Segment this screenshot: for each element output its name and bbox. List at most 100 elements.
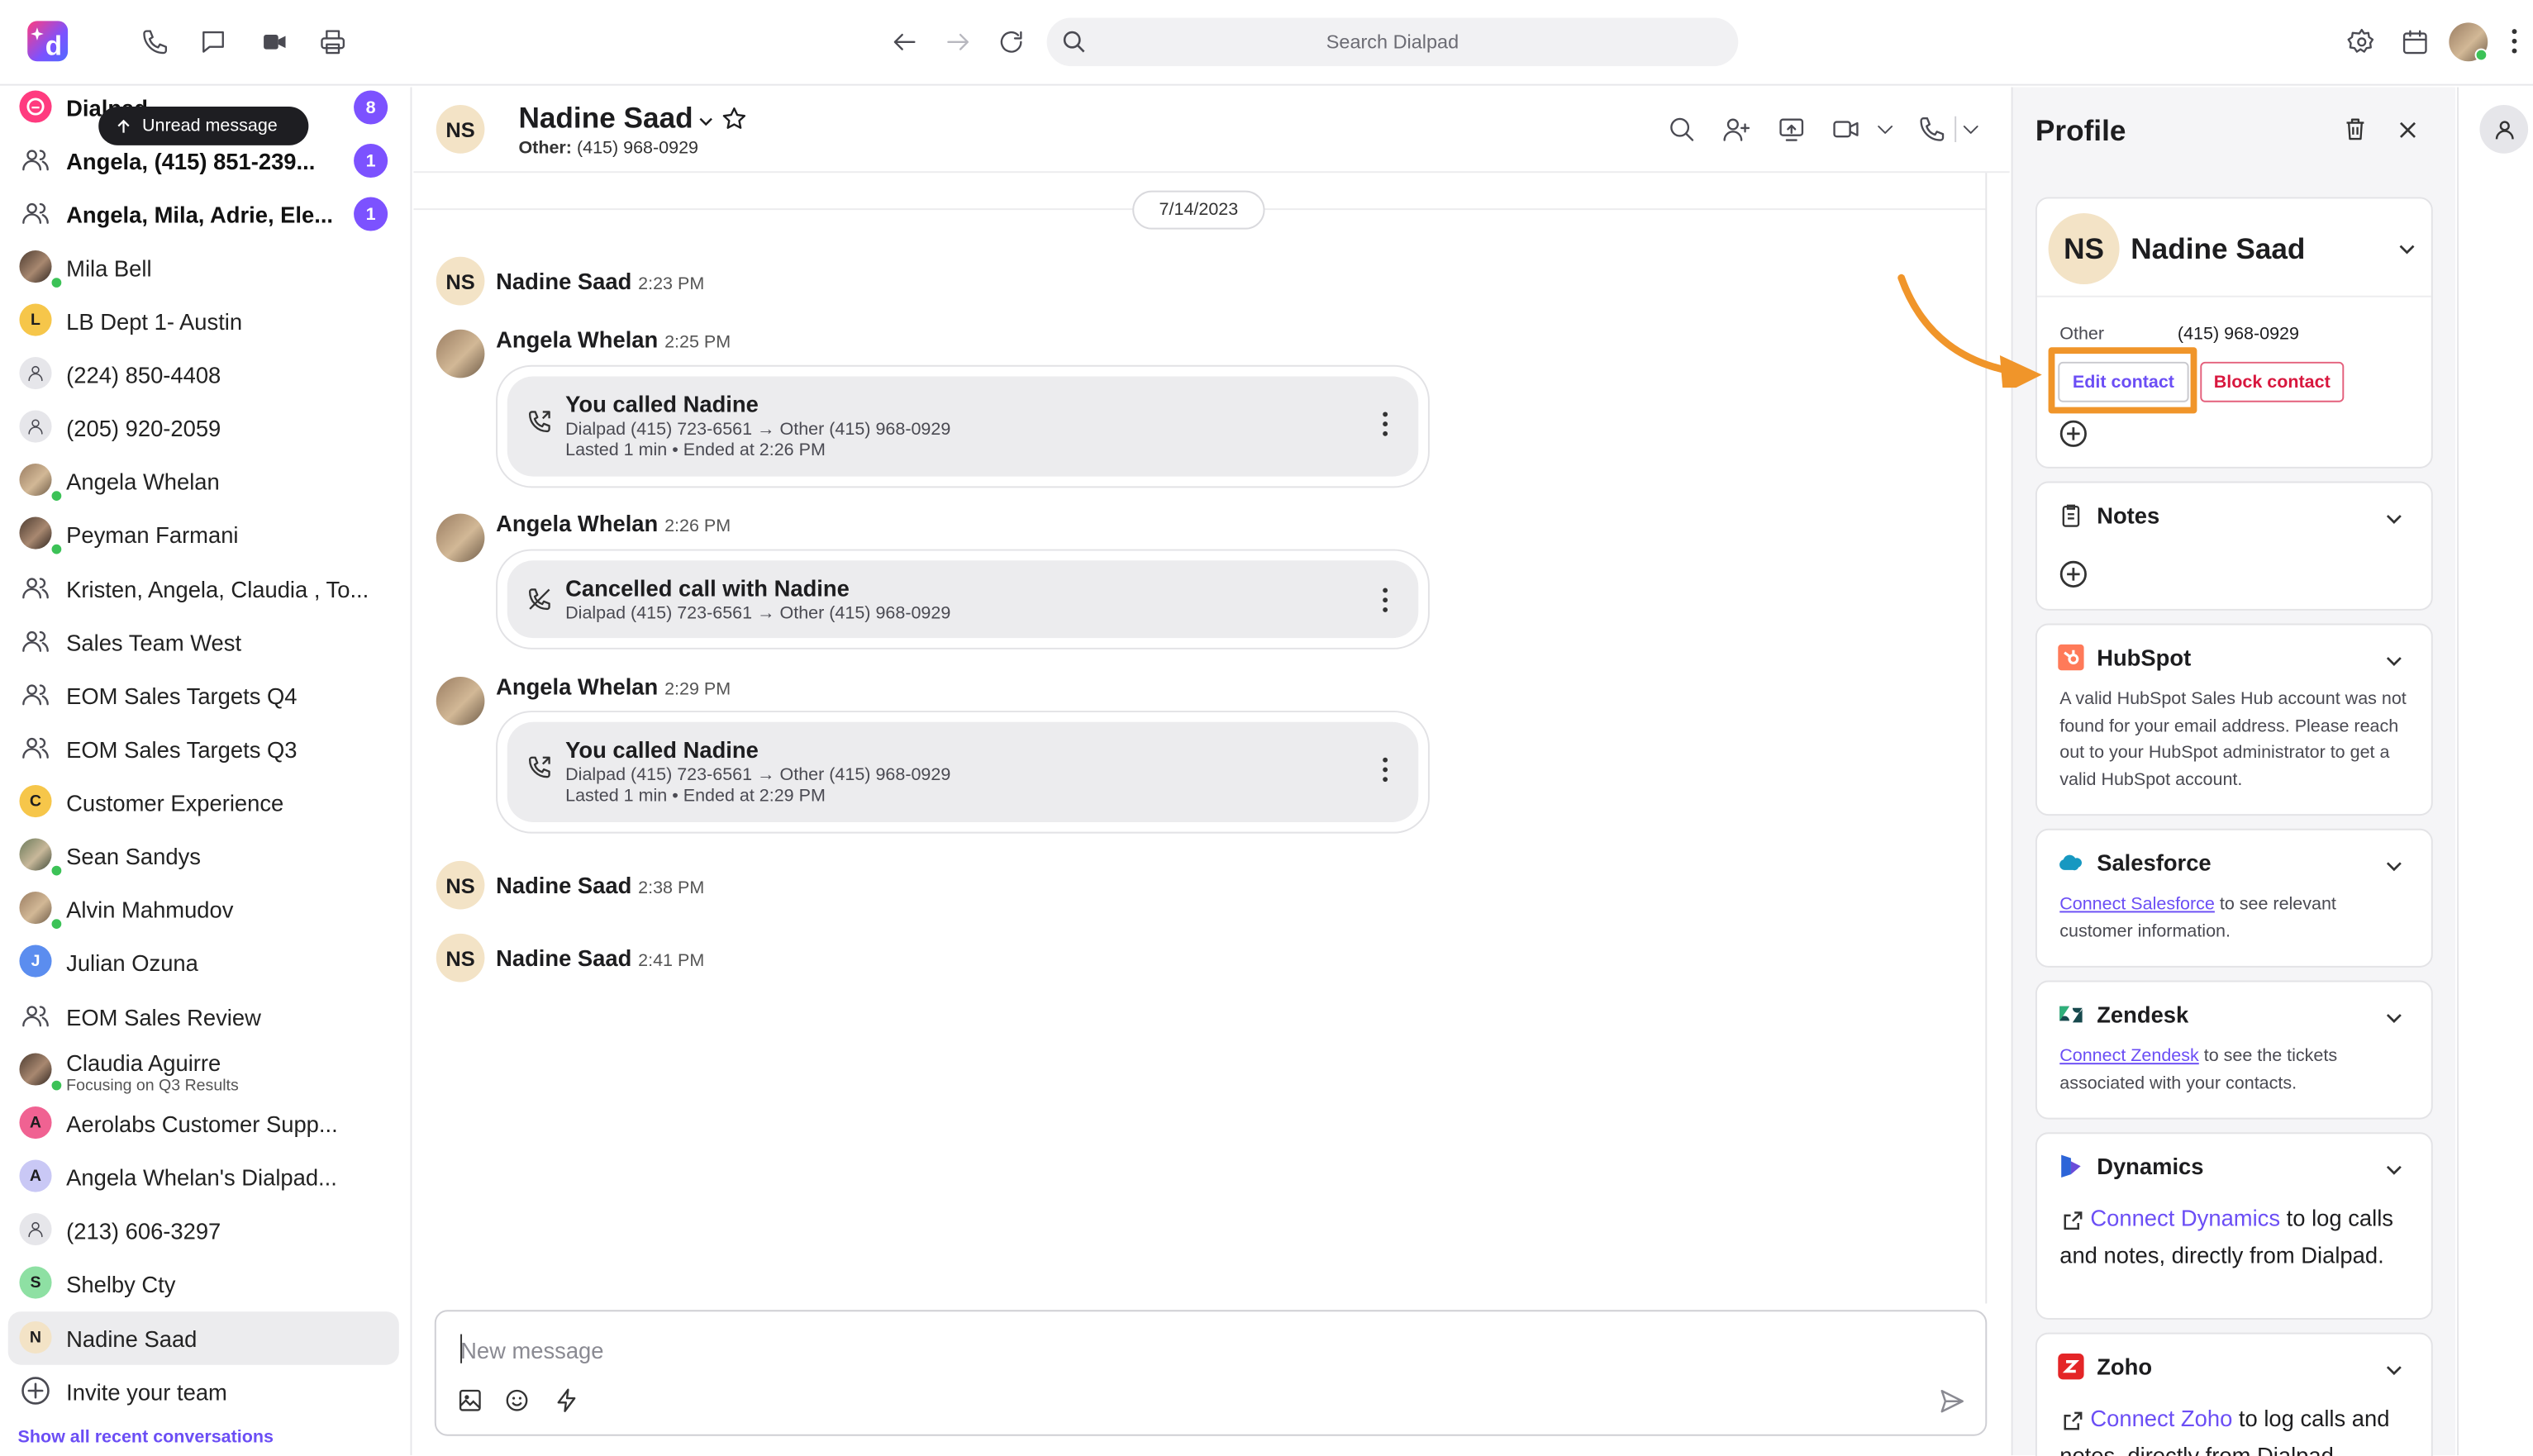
sidebar-item-claudia-aguirre[interactable]: Claudia Aguirre Focusing on Q3 Results — [8, 1044, 399, 1097]
contact-card: NS Nadine Saad Other (415) 968-0929 Edit… — [2035, 197, 2433, 469]
sidebar-item-shelby-cty[interactable]: S Shelby Cty — [8, 1257, 399, 1311]
sidebar-item-group-chat[interactable]: Angela, Mila, Adrie, Ele... 1 — [8, 188, 399, 241]
sidebar-item-label: Angela Whelan — [66, 468, 220, 495]
image-icon[interactable] — [457, 1387, 483, 1413]
sidebar-item-label: Shelby Cty — [66, 1271, 176, 1297]
sidebar-item-sean-sandys[interactable]: Sean Sandys — [8, 829, 399, 883]
sidebar-item-label: Angela, (415) 851-239... — [66, 148, 316, 175]
message-time: 2:38 PM — [638, 878, 705, 898]
sidebar-item-peyman-farmani[interactable]: Peyman Farmani — [8, 507, 399, 561]
printer-icon[interactable] — [310, 19, 355, 64]
notes-card: Notes — [2035, 481, 2433, 611]
connect-zendesk-link[interactable]: Connect Zendesk — [2059, 1047, 2199, 1066]
chevron-down-icon[interactable] — [2383, 649, 2405, 672]
refresh-icon[interactable] — [988, 19, 1034, 64]
search-icon[interactable] — [1659, 107, 1704, 152]
unread-tooltip[interactable]: Unread message — [98, 107, 309, 145]
avatar: NS — [436, 933, 485, 983]
chevron-down-icon[interactable] — [2383, 1358, 2405, 1381]
more-options-icon[interactable] — [1383, 588, 1389, 617]
sidebar-item-group-chat[interactable]: Kristen, Angela, Claudia , To... — [8, 562, 399, 616]
sidebar-item-customer-experience[interactable]: C Customer Experience — [8, 775, 399, 829]
annotation-arrow-icon — [1897, 274, 2042, 388]
forward-arrow-icon[interactable] — [936, 19, 981, 64]
chevron-down-icon[interactable] — [2383, 854, 2405, 877]
chevron-down-icon[interactable] — [2383, 507, 2405, 530]
call-card[interactable]: Cancelled call with Nadine Dialpad (415)… — [496, 549, 1430, 649]
sidebar-item-aerolabs[interactable]: A Aerolabs Customer Supp... — [8, 1097, 399, 1150]
message-composer[interactable]: New message — [434, 1310, 1988, 1436]
trash-icon[interactable] — [2342, 117, 2368, 142]
contact-name[interactable]: Nadine Saad — [518, 102, 693, 136]
send-icon[interactable] — [1939, 1387, 1966, 1415]
sidebar-item-eom-sales-q3[interactable]: EOM Sales Targets Q3 — [8, 722, 399, 776]
sidebar-item-angela-dialpad[interactable]: A Angela Whelan's Dialpad... — [8, 1150, 399, 1204]
screen-share-icon[interactable] — [1769, 107, 1814, 152]
message-time: 2:29 PM — [664, 679, 731, 700]
sidebar-item-angela-whelan[interactable]: Angela Whelan — [8, 454, 399, 507]
sidebar-item-phone-number[interactable]: (205) 920-2059 — [8, 401, 399, 454]
more-options-icon[interactable] — [1383, 412, 1389, 440]
call-duration: Lasted 1 min • Ended at 2:29 PM — [565, 786, 826, 807]
connect-zoho-link[interactable]: Connect Zoho — [2090, 1406, 2232, 1431]
more-options-icon[interactable] — [1383, 757, 1389, 787]
dynamics-message: Connect Dynamics to log calls and notes,… — [2059, 1200, 2408, 1273]
chevron-down-icon[interactable] — [2396, 237, 2418, 259]
connect-salesforce-link[interactable]: Connect Salesforce — [2059, 895, 2215, 914]
plus-circle-icon[interactable] — [2058, 559, 2088, 589]
sidebar-item-nadine-saad[interactable]: N Nadine Saad — [7, 1311, 399, 1365]
chevron-down-icon[interactable] — [1863, 107, 1908, 152]
card-title: Dynamics — [2097, 1153, 2204, 1179]
close-icon[interactable] — [2396, 118, 2420, 142]
sidebar-item-sales-team-west[interactable]: Sales Team West — [8, 616, 399, 669]
sidebar-item-label: EOM Sales Targets Q3 — [66, 736, 298, 763]
lightning-icon[interactable] — [554, 1387, 579, 1413]
sidebar-item-eom-sales-q4[interactable]: EOM Sales Targets Q4 — [8, 669, 399, 722]
chevron-down-icon[interactable] — [2383, 1159, 2405, 1181]
card-title: Zoho — [2097, 1354, 2153, 1380]
plus-circle-icon[interactable] — [2058, 418, 2088, 449]
chevron-down-icon[interactable] — [696, 112, 715, 131]
group-icon — [19, 625, 51, 657]
sender-name: Nadine Saad — [496, 944, 632, 971]
chevron-down-icon[interactable] — [1948, 107, 1993, 152]
invite-team-button[interactable]: Invite your team — [8, 1365, 399, 1419]
sidebar-item-julian-ozuna[interactable]: J Julian Ozuna — [8, 935, 399, 989]
call-card[interactable]: You called Nadine Dialpad (415) 723-6561… — [496, 364, 1430, 488]
user-avatar[interactable] — [2449, 22, 2488, 62]
profile-toggle-button[interactable] — [2479, 105, 2529, 154]
add-person-icon[interactable] — [1714, 107, 1759, 152]
avatar: N — [19, 1320, 52, 1354]
block-contact-button[interactable]: Block contact — [2200, 361, 2345, 402]
sidebar-item-phone-number[interactable]: (213) 606-3297 — [8, 1203, 399, 1257]
composer-placeholder: New message — [460, 1337, 604, 1363]
connect-dynamics-link[interactable]: Connect Dynamics — [2090, 1205, 2280, 1230]
sidebar-item-lb-dept[interactable]: L LB Dept 1- Austin — [8, 294, 399, 348]
zoho-card: Zoho Connect Zoho to log calls and notes… — [2035, 1332, 2433, 1456]
star-icon[interactable] — [721, 105, 748, 132]
sidebar-item-mila-bell[interactable]: Mila Bell — [8, 240, 399, 294]
calendar-icon[interactable] — [2393, 19, 2438, 64]
salesforce-logo-icon — [2059, 854, 2082, 871]
gear-icon[interactable] — [2339, 19, 2384, 64]
emoji-icon[interactable] — [504, 1387, 530, 1413]
show-all-link[interactable]: Show all recent conversations — [18, 1428, 274, 1447]
missed-call-icon — [528, 588, 550, 611]
sidebar-item-eom-sales-review[interactable]: EOM Sales Review — [8, 990, 399, 1044]
message-icon[interactable] — [191, 19, 236, 64]
dialpad-logo[interactable]: d — [27, 21, 69, 62]
search-input[interactable]: Search Dialpad — [1046, 17, 1739, 67]
call-card[interactable]: You called Nadine Dialpad (415) 723-6561… — [496, 711, 1430, 834]
contact-sub-label: Other: — [518, 139, 572, 159]
back-arrow-icon[interactable] — [882, 19, 927, 64]
avatar: L — [19, 303, 52, 336]
sidebar-item-phone-number[interactable]: (224) 850-4408 — [8, 347, 399, 401]
more-vertical-icon[interactable] — [2512, 29, 2519, 54]
avatar: A — [19, 1159, 52, 1192]
phone-icon[interactable] — [132, 19, 178, 64]
phone-number[interactable]: (415) 968-0929 — [2178, 325, 2299, 344]
sidebar-item-alvin-mahmudov[interactable]: Alvin Mahmudov — [8, 882, 399, 935]
person-icon — [19, 410, 52, 443]
video-icon[interactable] — [252, 19, 298, 64]
chevron-down-icon[interactable] — [2383, 1006, 2405, 1029]
